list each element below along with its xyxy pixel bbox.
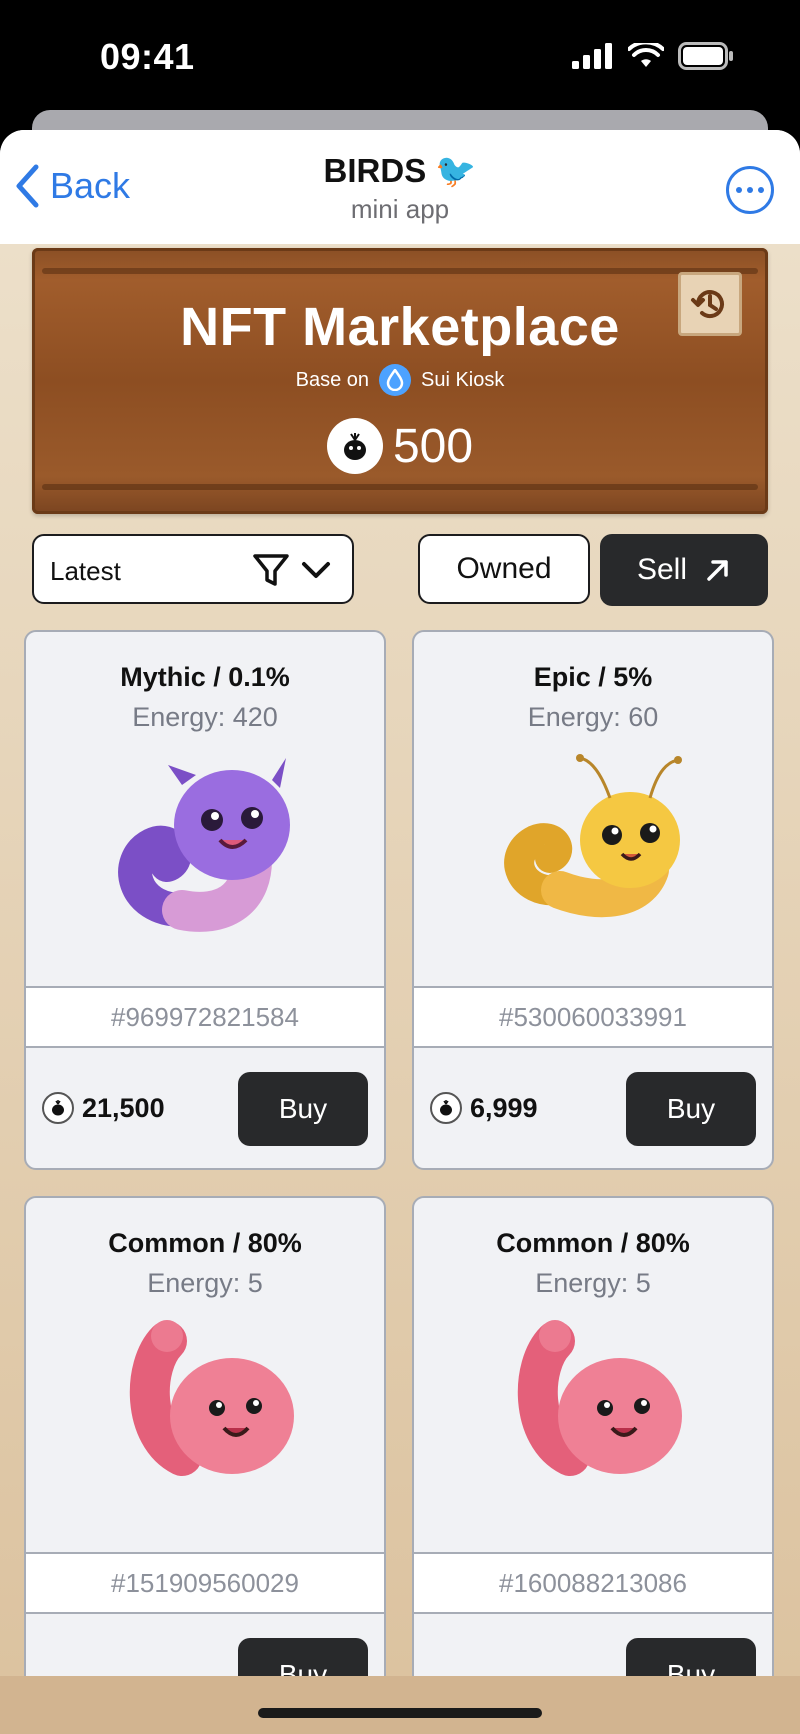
buy-button[interactable]: Buy bbox=[626, 1638, 756, 1676]
buy-button[interactable]: Buy bbox=[238, 1638, 368, 1676]
banner-base-on: Base on Sui Kiosk bbox=[32, 364, 768, 396]
dot-icon bbox=[736, 187, 742, 193]
wood-plank bbox=[42, 268, 758, 274]
bottom-safe-area bbox=[0, 1676, 800, 1734]
marketplace-content[interactable]: NFT Marketplace Base on Sui Kiosk 500 La… bbox=[0, 244, 800, 1676]
bird-coin-icon bbox=[326, 418, 383, 474]
nft-energy: Energy: 60 bbox=[527, 702, 659, 732]
chevron-down-icon bbox=[302, 562, 330, 578]
banner-title: NFT Marketplace bbox=[180, 297, 620, 357]
worm-image bbox=[504, 754, 682, 918]
status-time: 09:41 bbox=[100, 36, 195, 77]
nft-card[interactable]: Common / 80% Energy: 5 #160088213086 Buy bbox=[412, 1196, 774, 1676]
nft-card[interactable]: Common / 80% Energy: 5 #151909560029 Buy bbox=[24, 1196, 386, 1676]
dot-icon bbox=[747, 187, 753, 193]
balance-value: 500 bbox=[392, 419, 474, 473]
nft-energy: Energy: 5 bbox=[147, 1268, 263, 1298]
nft-price-value: 6,999 bbox=[470, 1092, 538, 1123]
status-icons bbox=[572, 42, 734, 70]
dot-icon bbox=[758, 187, 764, 193]
status-bar: 09:41 bbox=[0, 0, 800, 110]
sort-filter-select[interactable]: Latest bbox=[32, 534, 354, 604]
buy-button[interactable]: Buy bbox=[238, 1072, 368, 1146]
mini-app-window: Back BIRDS 🐦 mini app NFT Marketplace Ba… bbox=[0, 130, 800, 1734]
arrow-up-right-icon bbox=[707, 560, 728, 581]
kiosk-label: Sui Kiosk bbox=[421, 368, 505, 391]
sell-label: Sell bbox=[636, 553, 688, 586]
history-button[interactable] bbox=[678, 272, 742, 336]
signal-icon bbox=[572, 43, 612, 69]
nft-card[interactable]: Epic / 5% Energy: 60 #530060033991 6,999… bbox=[412, 630, 774, 1170]
balance: 500 bbox=[32, 418, 768, 474]
nft-id: #530060033991 bbox=[414, 986, 772, 1048]
history-icon bbox=[691, 290, 724, 319]
nft-energy: Energy: 5 bbox=[535, 1268, 651, 1298]
home-indicator[interactable] bbox=[258, 1708, 542, 1718]
nft-id: #160088213086 bbox=[414, 1552, 772, 1614]
worm-image bbox=[517, 1320, 682, 1476]
owned-button[interactable]: Owned bbox=[418, 534, 590, 604]
marketplace-banner: NFT Marketplace Base on Sui Kiosk 500 bbox=[32, 248, 768, 514]
bird-coin-icon bbox=[42, 1092, 74, 1124]
nft-rarity: Epic / 5% bbox=[533, 662, 653, 692]
nft-rarity: Common / 80% bbox=[496, 1228, 690, 1258]
nft-price: 21,500 bbox=[42, 1092, 165, 1124]
bird-coin-icon bbox=[430, 1092, 462, 1124]
nft-price: 6,999 bbox=[430, 1092, 538, 1124]
more-options-button[interactable] bbox=[726, 166, 774, 214]
nft-price-value: 21,500 bbox=[82, 1092, 165, 1123]
wifi-icon bbox=[628, 43, 664, 67]
worm-image bbox=[118, 758, 290, 932]
nft-id: #969972821584 bbox=[26, 986, 384, 1048]
sell-button[interactable]: Sell bbox=[600, 534, 768, 606]
nft-energy: Energy: 420 bbox=[132, 702, 278, 732]
app-header: Back BIRDS 🐦 mini app bbox=[0, 130, 800, 244]
app-title: BIRDS 🐦 bbox=[323, 152, 477, 189]
filter-icon bbox=[253, 554, 289, 586]
worm-image bbox=[129, 1320, 294, 1476]
battery-icon bbox=[678, 42, 733, 70]
nft-rarity: Mythic / 0.1% bbox=[120, 662, 290, 692]
sui-logo-icon bbox=[379, 364, 411, 396]
nft-id: #151909560029 bbox=[26, 1552, 384, 1614]
base-on-label: Base on bbox=[295, 368, 369, 391]
buy-button[interactable]: Buy bbox=[626, 1072, 756, 1146]
nft-rarity: Common / 80% bbox=[108, 1228, 302, 1258]
sort-value: Latest bbox=[50, 556, 121, 586]
nft-card[interactable]: Mythic / 0.1% Energy: 420 #969972821584 … bbox=[24, 630, 386, 1170]
wood-plank bbox=[42, 484, 758, 490]
app-subtitle: mini app bbox=[350, 194, 450, 224]
